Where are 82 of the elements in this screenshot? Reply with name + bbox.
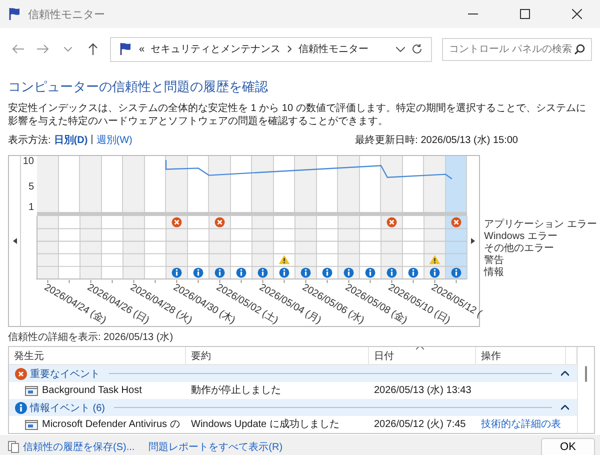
day-column[interactable] xyxy=(295,156,316,212)
dropdown-icon[interactable] xyxy=(396,46,405,52)
date-cell-text: 2026/05/12 (火) 7:45 xyxy=(373,418,467,430)
day-column[interactable] xyxy=(37,156,58,212)
column-header[interactable]: 発生元 xyxy=(9,347,186,364)
breadcrumb-item[interactable]: セキュリティとメンテナンス xyxy=(150,42,281,56)
flag-icon xyxy=(119,42,133,56)
collapse-icon[interactable] xyxy=(561,371,569,376)
arrow-left-icon xyxy=(12,44,24,54)
close-icon xyxy=(572,9,582,19)
source-cell: Background Task Host xyxy=(42,384,142,396)
day-column[interactable] xyxy=(80,156,102,212)
error-icon xyxy=(15,368,27,380)
group-header[interactable]: 情報イベント (6) xyxy=(9,399,577,416)
day-column[interactable] xyxy=(58,156,80,212)
day-column[interactable] xyxy=(402,156,424,212)
summary-cell-text: Windows Update に成功しました xyxy=(190,418,340,430)
details-link[interactable]: 技術的な詳細の表 xyxy=(476,418,566,430)
search-field[interactable]: コントロール パネルの検索 xyxy=(442,38,592,60)
description-text: 安定性インデックスは、システムの全体的な安定性を 1 から 10 の数値で評価します。特定の期間を選択することで、システムに影響を与えた特定のハードウェアとソフトウェアの問題を確認することができます。 xyxy=(8,102,587,128)
refresh-icon[interactable] xyxy=(411,43,423,55)
day-column[interactable] xyxy=(360,156,381,212)
arrow-up-icon xyxy=(88,43,98,55)
legend-label: 警告 xyxy=(484,255,505,266)
day-column[interactable] xyxy=(123,156,144,212)
separator: | xyxy=(90,134,94,145)
legend-label: その他のエラー xyxy=(484,243,555,254)
view-option-link[interactable]: 週別(W) xyxy=(96,132,132,146)
group-title: 重要なイベント xyxy=(30,368,100,380)
legend-label: アプリケーション エラー xyxy=(484,219,597,231)
ok-button[interactable]: OK xyxy=(541,438,595,455)
day-column[interactable] xyxy=(144,156,166,212)
window-title: 信頼性モニター xyxy=(28,8,106,22)
view-label: 表示方法: xyxy=(8,134,51,146)
day-column[interactable] xyxy=(166,156,188,212)
day-column[interactable] xyxy=(424,156,446,212)
day-column[interactable] xyxy=(381,156,402,212)
y-axis-label: 10 xyxy=(22,156,34,167)
maximize-icon xyxy=(520,9,530,19)
minimize-icon xyxy=(468,13,478,15)
last-updated-text: 最終更新日時: 2026/05/13 (水) 15:00 xyxy=(355,134,518,146)
day-column[interactable] xyxy=(102,156,123,212)
legend-label: 情報 xyxy=(484,267,505,279)
y-axis-label: 5 xyxy=(28,182,34,193)
triangle-right-icon xyxy=(471,238,475,244)
day-column[interactable] xyxy=(316,156,338,212)
day-column[interactable] xyxy=(230,156,252,212)
summary-cell-text: 動作が停止しました xyxy=(190,384,282,396)
window-icon xyxy=(25,420,38,430)
group-header[interactable]: 重要なイベント xyxy=(9,365,577,382)
view-option-link[interactable]: 日別(D) xyxy=(54,132,88,146)
page-heading: コンピューターの信頼性と問題の履歴を確認 xyxy=(8,78,269,95)
column-header[interactable]: 操作 xyxy=(476,347,566,364)
details-title: 信頼性の詳細を表示: 2026/05/13 (水) xyxy=(8,331,174,344)
footer-link[interactable]: 信頼性の履歴を保存(S)... xyxy=(8,440,135,454)
flag-icon xyxy=(8,7,22,21)
address-bar[interactable]: « セキュリティとメンテナンス 信頼性モニター xyxy=(110,36,432,62)
day-column[interactable] xyxy=(209,156,230,212)
chevron-down-icon xyxy=(64,46,72,52)
chevron-right-icon xyxy=(286,45,293,53)
search-icon xyxy=(574,44,585,54)
breadcrumb-item[interactable]: 信頼性モニター xyxy=(298,42,369,56)
breadcrumb-overflow[interactable]: « xyxy=(139,44,145,54)
triangle-left-icon xyxy=(12,238,16,244)
column-header[interactable]: 日付 xyxy=(369,347,476,364)
source-cell: Microsoft Defender Antivirus の xyxy=(42,418,180,430)
legend-label: Windows エラー xyxy=(484,231,558,243)
day-column[interactable] xyxy=(188,156,209,212)
info-icon xyxy=(15,402,27,414)
day-column[interactable] xyxy=(274,156,295,212)
day-column[interactable] xyxy=(338,156,360,212)
collapse-icon[interactable] xyxy=(561,405,569,410)
window-icon xyxy=(25,386,38,396)
date-cell-text: 2026/05/13 (水) 13:43 xyxy=(373,384,472,396)
y-axis-label: 1 xyxy=(28,202,34,213)
selected-day-column[interactable] xyxy=(446,156,467,212)
day-column[interactable] xyxy=(252,156,274,212)
column-header[interactable]: 要約 xyxy=(186,347,369,364)
footer-link[interactable]: 問題レポートをすべて表示(R) xyxy=(148,440,283,454)
document-icon xyxy=(8,441,19,453)
arrow-right-icon xyxy=(36,44,48,54)
group-title: 情報イベント (6) xyxy=(30,402,105,414)
